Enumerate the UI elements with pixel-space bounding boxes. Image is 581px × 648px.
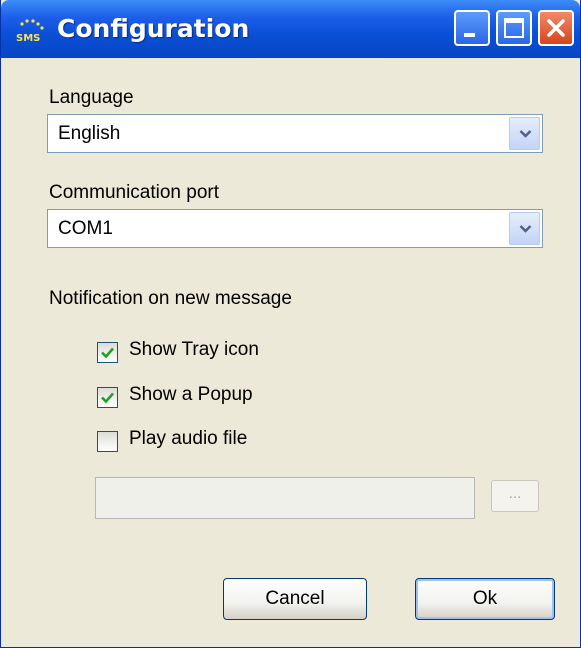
checkbox-box[interactable] bbox=[97, 342, 118, 363]
chevron-down-icon bbox=[519, 225, 532, 233]
checkmark-icon bbox=[101, 347, 114, 359]
language-select[interactable]: English bbox=[47, 114, 543, 153]
port-dropdown-button[interactable] bbox=[509, 212, 540, 245]
configuration-dialog: SMS Configuration Language English Commu… bbox=[0, 0, 581, 648]
ok-button[interactable]: Ok bbox=[415, 578, 555, 620]
port-selected-value: COM1 bbox=[58, 218, 113, 239]
maximize-button[interactable] bbox=[496, 10, 532, 46]
window-title: Configuration bbox=[57, 14, 250, 43]
language-selected-value: English bbox=[58, 123, 121, 144]
language-label: Language bbox=[49, 87, 134, 108]
title-bar[interactable]: SMS Configuration bbox=[1, 0, 580, 58]
cancel-button[interactable]: Cancel bbox=[223, 578, 367, 620]
minimize-icon bbox=[464, 33, 475, 37]
browse-button[interactable]: ... bbox=[491, 480, 539, 512]
close-button[interactable] bbox=[538, 10, 574, 46]
language-dropdown-button[interactable] bbox=[509, 117, 540, 150]
chevron-down-icon bbox=[519, 130, 532, 138]
play-audio-file-label[interactable]: Play audio file bbox=[129, 428, 247, 450]
minimize-button[interactable] bbox=[454, 10, 490, 46]
app-icon-text: SMS bbox=[16, 33, 40, 44]
sms-app-icon: SMS bbox=[16, 19, 44, 44]
checkbox-box[interactable] bbox=[97, 387, 118, 408]
notification-heading: Notification on new message bbox=[49, 288, 292, 309]
audio-file-path-input[interactable] bbox=[95, 477, 475, 519]
communication-port-select[interactable]: COM1 bbox=[47, 209, 543, 248]
checkbox-box[interactable] bbox=[97, 431, 118, 452]
maximize-icon bbox=[504, 18, 524, 38]
show-tray-icon-label[interactable]: Show Tray icon bbox=[129, 339, 259, 361]
checkmark-icon bbox=[101, 392, 114, 404]
close-icon bbox=[547, 19, 565, 37]
show-popup-label[interactable]: Show a Popup bbox=[129, 384, 253, 406]
communication-port-label: Communication port bbox=[49, 182, 220, 203]
